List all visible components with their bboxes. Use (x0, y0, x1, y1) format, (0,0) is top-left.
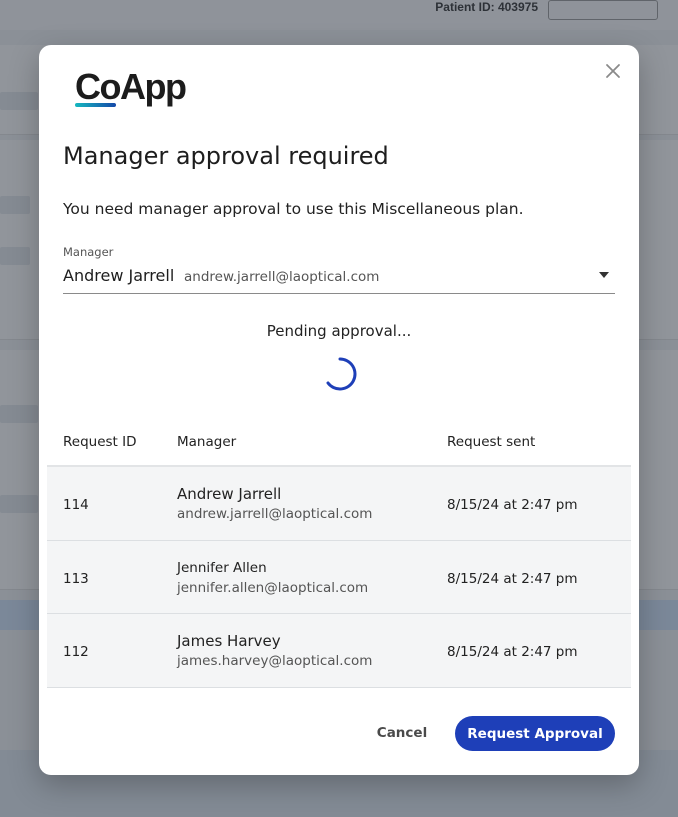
request-sent-cell: 8/15/24 at 2:47 pm (447, 644, 578, 660)
close-icon (606, 64, 620, 78)
table-header: Request ID Manager Request sent (47, 425, 631, 467)
approval-requests-table: Request ID Manager Request sent 114 Andr… (47, 425, 631, 688)
request-id-cell: 112 (63, 644, 89, 660)
request-approval-button[interactable]: Request Approval (455, 716, 615, 751)
dialog-title: Manager approval required (63, 142, 389, 170)
column-header-manager: Manager (177, 434, 237, 450)
column-header-request-sent: Request sent (447, 434, 536, 450)
loading-spinner-icon (326, 357, 357, 391)
manager-field-label: Manager (63, 245, 114, 259)
selected-manager-email: andrew.jarrell@laoptical.com (184, 269, 380, 285)
manager-email-cell: jennifer.allen@laoptical.com (177, 579, 369, 596)
pending-status: Pending approval... (266, 322, 412, 340)
cancel-button[interactable]: Cancel (363, 721, 441, 745)
manager-name-cell: Jennifer Allen (177, 559, 267, 576)
dialog-description: You need manager approval to use this Mi… (63, 200, 524, 218)
manager-name-cell: Andrew Jarrell (177, 485, 282, 503)
selected-manager-name: Andrew Jarrell (63, 266, 175, 285)
manager-email-cell: james.harvey@laoptical.com (177, 653, 373, 669)
close-button[interactable] (601, 59, 625, 83)
column-header-request-id: Request ID (63, 434, 137, 450)
table-row: 114 Andrew Jarrell andrew.jarrell@laopti… (47, 467, 631, 541)
coapp-logo: CoApp (75, 66, 187, 107)
request-id-cell: 113 (63, 570, 89, 587)
request-sent-cell: 8/15/24 at 2:47 pm (447, 497, 578, 513)
manager-name-cell: James Harvey (177, 632, 281, 650)
table-row: 112 James Harvey james.harvey@laoptical.… (47, 614, 631, 688)
table-row: 113 Jennifer Allen jennifer.allen@laopti… (47, 540, 631, 614)
manager-approval-dialog: CoApp Manager approval required You need… (39, 45, 639, 775)
chevron-down-icon (599, 272, 609, 278)
manager-select[interactable]: Andrew Jarrell andrew.jarrell@laoptical.… (63, 264, 615, 294)
request-id-cell: 114 (63, 497, 89, 513)
manager-email-cell: andrew.jarrell@laoptical.com (177, 506, 373, 522)
request-sent-cell: 8/15/24 at 2:47 pm (447, 570, 578, 587)
logo-underline (75, 103, 116, 107)
